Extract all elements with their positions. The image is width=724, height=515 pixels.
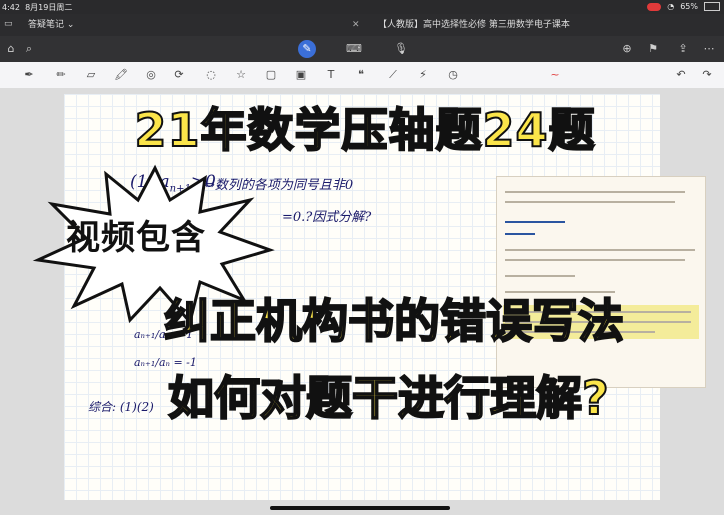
pen-mode-icon[interactable]: ✎: [298, 40, 316, 58]
keyboard-icon[interactable]: ⌨: [346, 42, 362, 56]
status-time: 4:42 8月19日周二: [2, 3, 73, 12]
bookmark-icon[interactable]: ⚑: [646, 42, 660, 56]
undo-icon[interactable]: ↶: [674, 68, 688, 82]
sticky-icon[interactable]: ▢: [264, 68, 278, 82]
video-title: 21年数学压轴题24题: [133, 102, 596, 158]
add-page-icon[interactable]: ⊕: [620, 42, 634, 56]
stroke-width-icon[interactable]: ~: [548, 68, 562, 82]
microphone-icon[interactable]: 🎙: [394, 42, 408, 56]
text-line: [505, 221, 565, 223]
battery-label: 65%: [680, 2, 698, 11]
top-toolbar: ⌂ ⌕ ✎ ⌨ 🎙 ⊕ ⚑ ⇪ ⋯: [0, 36, 724, 62]
text-line: [505, 233, 535, 235]
share-icon[interactable]: ⇪: [676, 42, 690, 56]
lasso-icon[interactable]: ⟳: [172, 68, 186, 82]
text-line: [505, 249, 695, 251]
laser-icon[interactable]: ⚡: [416, 68, 430, 82]
record-icon: [647, 2, 662, 11]
sidebar-toggle-icon[interactable]: ▭: [4, 19, 13, 29]
tab-notes[interactable]: 答疑笔记 ⌄: [22, 17, 364, 33]
pencil-icon[interactable]: ✏: [54, 68, 68, 82]
handwriting-summary: 综合: (1)(2): [88, 400, 154, 414]
battery-icon: [704, 2, 720, 11]
wifi-icon: ◔: [667, 2, 675, 11]
image-icon[interactable]: ▣: [294, 68, 308, 82]
textbook-excerpt: [496, 176, 706, 388]
shape-icon[interactable]: ◎: [144, 68, 158, 82]
lasso-dotted-icon[interactable]: ◌: [204, 68, 218, 82]
text-icon[interactable]: T: [324, 68, 338, 82]
text-line: [505, 275, 575, 277]
subtitle-2: 如何对题干进行理解?: [167, 370, 610, 426]
home-icon[interactable]: ⌂: [4, 42, 18, 56]
badge-text: 视频包含: [66, 218, 206, 258]
ruler-icon[interactable]: ⟋: [386, 68, 400, 82]
status-right: ◔ 65%: [647, 2, 720, 11]
text-line: [505, 191, 685, 193]
handwriting-line2: =0.?因式分解?: [282, 210, 372, 225]
status-bar: 4:42 8月19日周二 ◔ 65%: [0, 0, 724, 14]
eraser-icon[interactable]: ▱: [84, 68, 98, 82]
drawing-toolbar: ✒ ✏ ▱ 🖍 ◎ ⟳ ◌ ☆ ▢ ▣ T ❝ ⟋ ⚡ ◷ ~ ↶ ↷: [0, 62, 724, 139]
more-icon[interactable]: ⋯: [702, 42, 716, 56]
home-indicator[interactable]: [270, 506, 450, 510]
search-icon[interactable]: ⌕: [22, 42, 36, 56]
highlighter-icon[interactable]: 🖍: [114, 68, 128, 82]
pen-icon[interactable]: ✒: [22, 68, 36, 82]
text-line: [505, 201, 675, 203]
redo-icon[interactable]: ↷: [700, 68, 714, 82]
text-line: [505, 259, 685, 261]
quote-icon[interactable]: ❝: [354, 68, 368, 82]
close-tab-icon[interactable]: ✕: [352, 20, 360, 30]
tab-textbook[interactable]: 【人教版】高中选择性必修 第三册数学电子课本: [372, 17, 724, 33]
clock-icon[interactable]: ◷: [446, 68, 460, 82]
subtitle-1: 纠正机构书的错误写法: [163, 293, 625, 349]
star-icon[interactable]: ☆: [234, 68, 248, 82]
tab-bar: ▭ 答疑笔记 ⌄ ✕ 【人教版】高中选择性必修 第三册数学电子课本: [0, 14, 724, 36]
title-banner: 21年数学压轴题24题: [60, 92, 670, 168]
